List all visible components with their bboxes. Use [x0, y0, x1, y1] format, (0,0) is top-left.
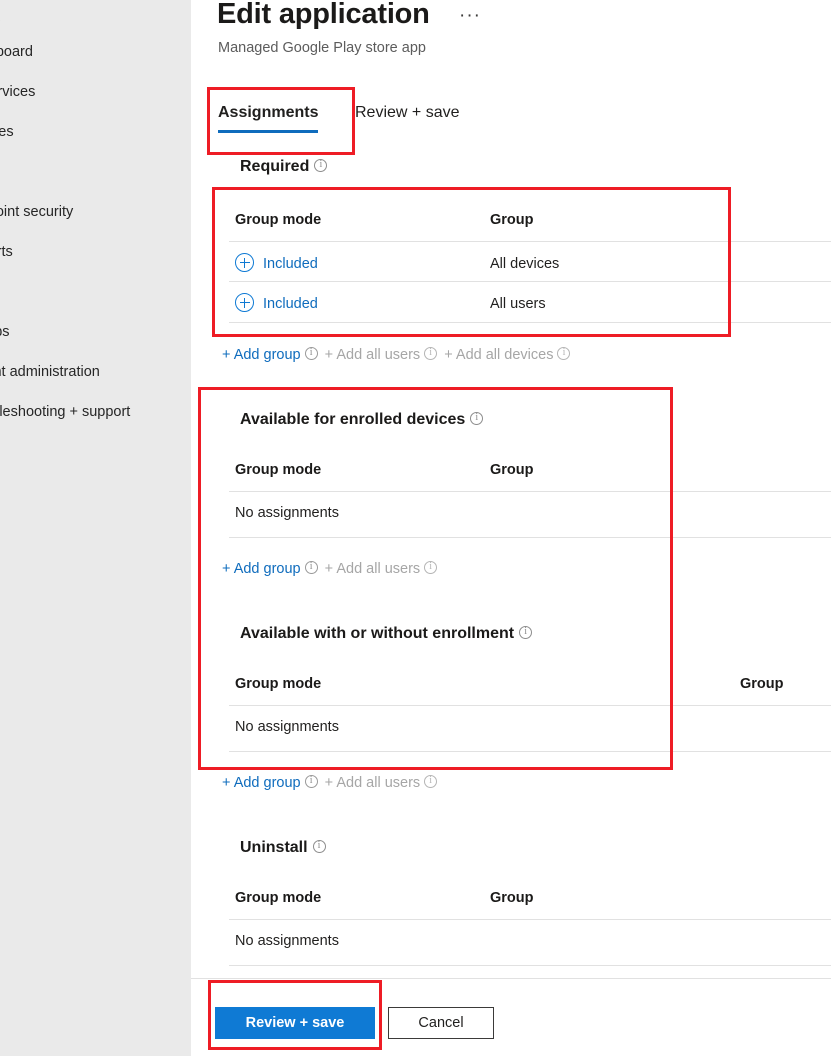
- section-heading-available-enrolled: Available for enrolled devices: [240, 411, 484, 429]
- tab-review-save[interactable]: Review + save: [355, 104, 460, 122]
- info-icon[interactable]: [312, 839, 326, 853]
- cell-group: All devices: [490, 256, 560, 272]
- tab-assignments[interactable]: Assignments: [218, 104, 319, 133]
- nav-sidebar: Home Dashboard All services Devices Endp…: [0, 0, 191, 1056]
- tab-assignments-label: Assignments: [218, 104, 319, 121]
- add-all-devices-link: + Add all devices: [444, 347, 554, 363]
- column-header-group-mode: Group mode: [235, 462, 322, 478]
- table-divider: [229, 322, 831, 323]
- table-divider: [229, 537, 831, 538]
- section-heading-available-with-without-label: Available with or without enrollment: [240, 625, 515, 642]
- sidebar-item-home[interactable]: Home: [0, 10, 191, 32]
- empty-state-text: No assignments: [235, 933, 339, 949]
- sidebar-item-dashboard[interactable]: Dashboard: [0, 41, 191, 63]
- section-heading-available-with-without: Available with or without enrollment: [240, 625, 533, 643]
- empty-state-text: No assignments: [235, 719, 339, 735]
- table-divider: [229, 965, 831, 966]
- more-options-icon[interactable]: ···: [459, 6, 481, 26]
- column-header-group: Group: [490, 462, 534, 478]
- section-heading-required: Required: [240, 158, 328, 176]
- tab-active-underline: [218, 130, 319, 133]
- info-icon[interactable]: [470, 411, 484, 425]
- table-divider: [229, 751, 831, 752]
- sidebar-item-tenant-administration[interactable]: Tenant administration: [0, 361, 191, 383]
- add-group-link[interactable]: + Add group: [222, 347, 301, 363]
- column-header-group-mode: Group mode: [235, 212, 322, 228]
- table-divider: [229, 705, 831, 706]
- add-links-available-with-without: + Add group + Add all users: [222, 774, 440, 791]
- info-icon[interactable]: [424, 560, 438, 574]
- sidebar-item-devices[interactable]: Devices: [0, 121, 191, 143]
- info-icon[interactable]: [424, 346, 438, 360]
- empty-state-text: No assignments: [235, 505, 339, 521]
- add-group-link[interactable]: + Add group: [222, 775, 301, 791]
- tab-review-save-label: Review + save: [355, 104, 460, 121]
- page-title: Edit application: [217, 0, 430, 30]
- plus-circle-icon[interactable]: [235, 293, 254, 312]
- sidebar-item-groups[interactable]: Groups: [0, 321, 191, 343]
- column-header-group: Group: [490, 890, 534, 906]
- section-heading-available-enrolled-label: Available for enrolled devices: [240, 411, 466, 428]
- section-heading-uninstall: Uninstall: [240, 839, 326, 857]
- table-divider: [229, 919, 831, 920]
- review-save-button[interactable]: Review + save: [215, 1007, 375, 1039]
- sidebar-item-reports[interactable]: Reports: [0, 241, 191, 263]
- column-header-group-mode: Group mode: [235, 890, 322, 906]
- footer-divider: [191, 978, 831, 979]
- add-links-available-enrolled: + Add group + Add all users: [222, 560, 440, 577]
- info-icon[interactable]: [304, 774, 318, 788]
- info-icon[interactable]: [304, 560, 318, 574]
- add-all-users-link: + Add all users: [324, 347, 421, 363]
- info-icon[interactable]: [424, 774, 438, 788]
- table-divider: [229, 281, 831, 282]
- sidebar-item-all-services[interactable]: All services: [0, 81, 191, 103]
- main-content: Edit application ··· Managed Google Play…: [191, 0, 831, 1056]
- table-divider: [229, 241, 831, 242]
- info-icon[interactable]: [304, 346, 318, 360]
- column-header-group: Group: [740, 676, 784, 692]
- section-heading-uninstall-label: Uninstall: [240, 839, 308, 856]
- app-root: Home Dashboard All services Devices Endp…: [0, 0, 831, 1056]
- sidebar-item-troubleshooting-support[interactable]: Troubleshooting + support: [0, 401, 191, 423]
- column-header-group-mode: Group mode: [235, 676, 322, 692]
- info-icon[interactable]: [314, 158, 328, 172]
- cell-group-mode[interactable]: Included: [263, 256, 318, 272]
- add-all-users-link: + Add all users: [324, 775, 421, 791]
- cancel-button[interactable]: Cancel: [388, 1007, 494, 1039]
- column-header-group: Group: [490, 212, 534, 228]
- section-heading-required-label: Required: [240, 158, 310, 175]
- table-divider: [229, 491, 831, 492]
- add-group-link[interactable]: + Add group: [222, 561, 301, 577]
- cell-group-mode[interactable]: Included: [263, 296, 318, 312]
- info-icon[interactable]: [557, 346, 571, 360]
- cell-group: All users: [490, 296, 546, 312]
- add-all-users-link: + Add all users: [324, 561, 421, 577]
- page-subtitle: Managed Google Play store app: [218, 40, 426, 56]
- info-icon[interactable]: [519, 625, 533, 639]
- sidebar-item-endpoint-security[interactable]: Endpoint security: [0, 201, 191, 223]
- plus-circle-icon[interactable]: [235, 253, 254, 272]
- add-links-required: + Add group + Add all users + Add all de…: [222, 346, 573, 363]
